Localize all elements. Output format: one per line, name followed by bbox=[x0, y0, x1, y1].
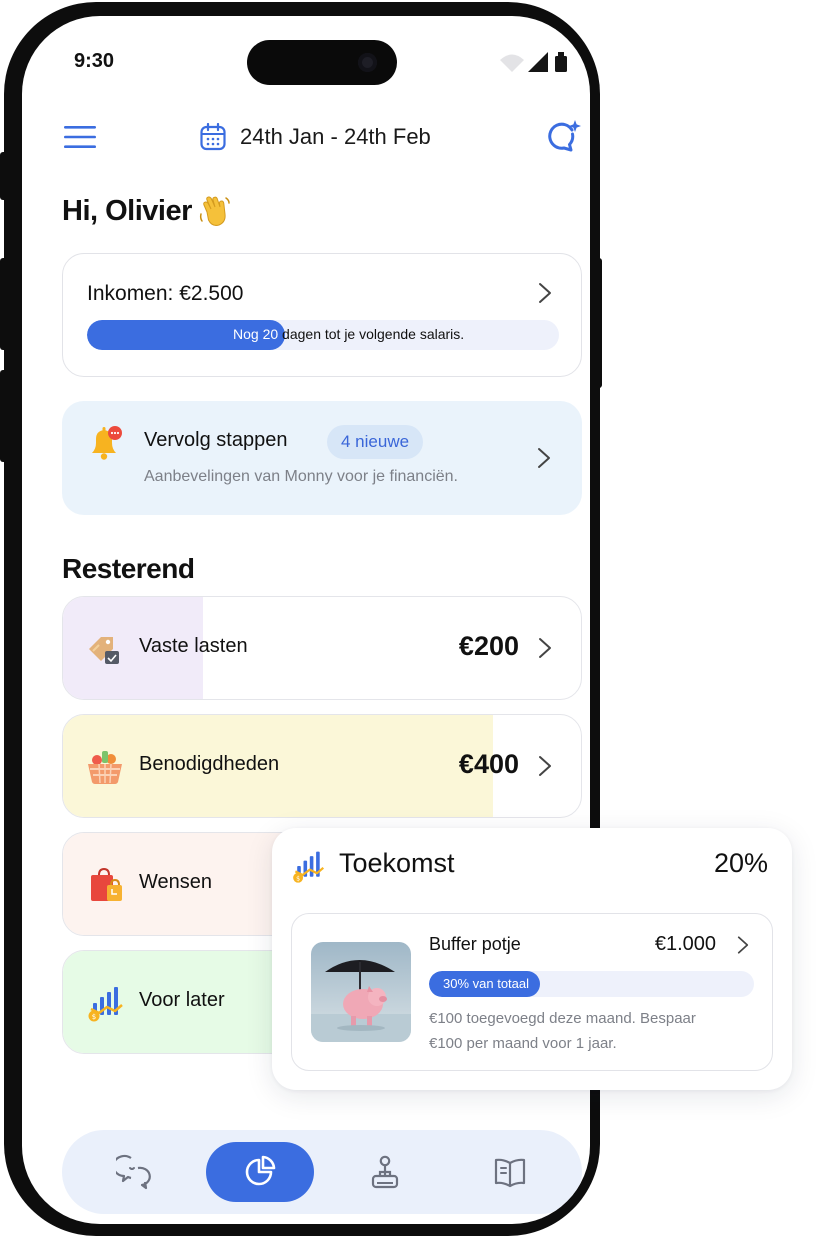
salary-progress-suffix: dagen tot je volgende salaris. bbox=[278, 326, 465, 342]
salary-progress-text: Nog 20 dagen tot je volgende salaris. bbox=[233, 326, 464, 342]
battery-icon bbox=[555, 52, 567, 72]
salary-progress-bar: Nog 20 dagen tot je volgende salaris. bbox=[87, 320, 559, 350]
next-steps-card[interactable]: Vervolg stappen 4 nieuwe Aanbevelingen v… bbox=[62, 401, 582, 515]
pot-name: Buffer potje bbox=[429, 934, 521, 954]
future-savings-card[interactable]: $ Toekomst 20% Buffer potje €1.000 30% v… bbox=[272, 828, 792, 1090]
nav-learn[interactable] bbox=[456, 1142, 564, 1202]
pot-progress-label: 30% van totaal bbox=[443, 976, 530, 991]
bottom-navigation bbox=[62, 1130, 582, 1214]
piggy-bank-umbrella-photo bbox=[311, 942, 411, 1042]
nav-goals[interactable] bbox=[331, 1142, 439, 1202]
chevron-right-icon bbox=[539, 283, 551, 303]
notification-bell-icon bbox=[92, 426, 122, 460]
camera-icon bbox=[358, 53, 377, 72]
growth-chart-coin-icon: $ bbox=[88, 987, 123, 1022]
budget-label: Benodigdheden bbox=[139, 753, 280, 775]
budget-row-fixed-costs[interactable]: Vaste lasten €200 bbox=[62, 596, 582, 700]
date-range-selector[interactable]: 24th Jan - 24th Feb bbox=[200, 120, 431, 154]
status-time: 9:30 bbox=[74, 50, 115, 72]
salary-days-left: Nog 20 bbox=[233, 326, 279, 342]
remaining-section-title: Resterend bbox=[62, 553, 195, 584]
budget-row-necessities[interactable]: Benodigdheden €400 bbox=[62, 714, 582, 818]
future-card-title: Toekomst bbox=[339, 848, 455, 878]
greeting-text: Hi, Olivier bbox=[62, 194, 192, 227]
status-icons bbox=[500, 52, 567, 72]
future-card-percent: 20% bbox=[713, 848, 768, 878]
calendar-icon bbox=[200, 123, 226, 151]
chat-bubbles-icon bbox=[116, 1154, 151, 1190]
date-range-text: 24th Jan - 24th Feb bbox=[240, 124, 431, 149]
savings-pot-card[interactable]: Buffer potje €1.000 30% van totaal €100 … bbox=[291, 913, 773, 1071]
chevron-right-icon bbox=[737, 936, 749, 954]
svg-text:$: $ bbox=[92, 1013, 96, 1021]
budget-label: Voor later bbox=[139, 989, 225, 1011]
budget-amount: €400 bbox=[458, 749, 519, 779]
price-tag-icon bbox=[89, 637, 119, 664]
svg-text:$: $ bbox=[296, 875, 300, 882]
pie-chart-icon bbox=[245, 1155, 276, 1186]
pot-description: €100 toegevoegd deze maand. Bespaar €100… bbox=[429, 1010, 696, 1052]
pot-progress-bar: 30% van totaal bbox=[429, 971, 754, 997]
signal-icon bbox=[528, 52, 548, 72]
chevron-right-icon bbox=[539, 756, 551, 776]
next-steps-subtitle: Aanbevelingen van Monny voor je financië… bbox=[144, 468, 458, 485]
income-label: Inkomen: €2.500 bbox=[87, 282, 244, 305]
nav-overview[interactable] bbox=[206, 1142, 314, 1202]
open-book-icon bbox=[494, 1158, 526, 1188]
joystick-icon bbox=[371, 1155, 399, 1189]
income-card[interactable]: Inkomen: €2.500 Nog 20 dagen tot je volg… bbox=[62, 253, 582, 377]
new-count-badge: 4 nieuwe bbox=[327, 425, 424, 459]
budget-label: Wensen bbox=[139, 871, 213, 893]
waving-hand-icon bbox=[199, 196, 230, 226]
pot-amount: €1.000 bbox=[654, 933, 716, 955]
budget-amount: €200 bbox=[458, 631, 519, 661]
budget-label: Vaste lasten bbox=[139, 635, 248, 657]
growth-chart-coin-icon: $ bbox=[293, 851, 325, 883]
wifi-icon bbox=[500, 54, 524, 72]
nav-chat[interactable] bbox=[80, 1142, 188, 1202]
chat-sparkle-icon[interactable] bbox=[546, 118, 582, 154]
dynamic-island bbox=[247, 40, 397, 85]
shopping-bags-icon bbox=[91, 867, 122, 901]
grocery-basket-icon bbox=[88, 751, 122, 784]
chevron-right-icon bbox=[538, 448, 550, 468]
chevron-right-icon bbox=[539, 638, 551, 658]
greeting: Hi, Olivier bbox=[62, 194, 232, 228]
hamburger-menu-icon[interactable] bbox=[64, 126, 96, 148]
next-steps-title: Vervolg stappen bbox=[144, 429, 288, 451]
